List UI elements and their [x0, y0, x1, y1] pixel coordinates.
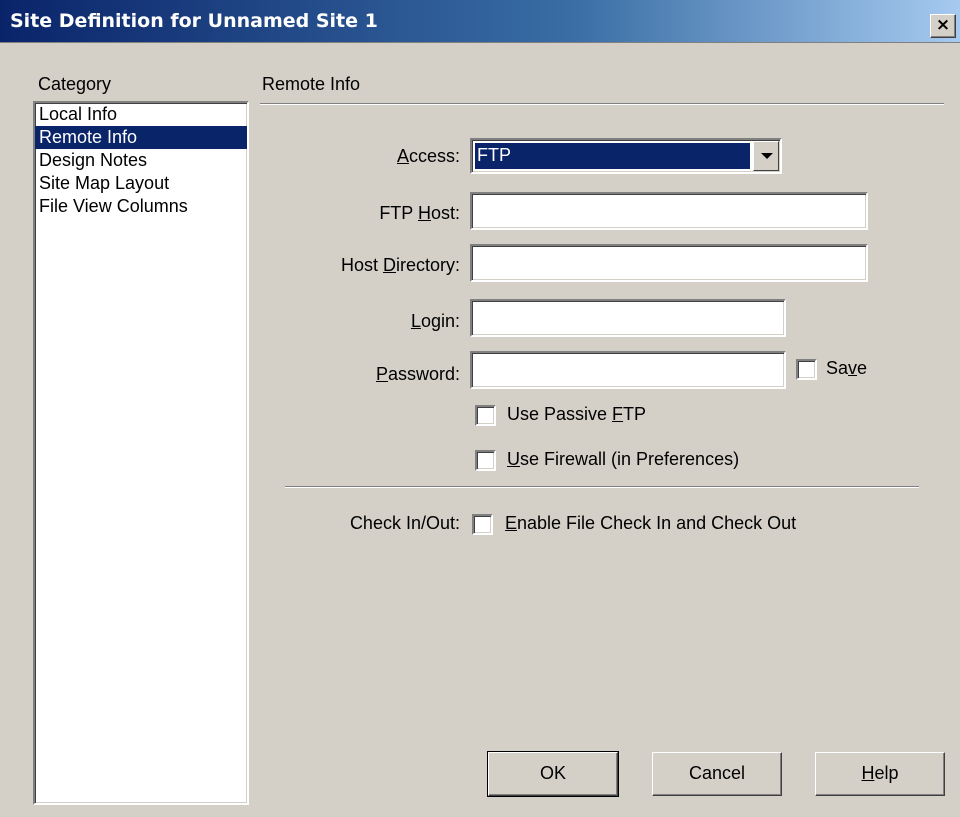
passive-ftp-checkbox[interactable]	[475, 405, 496, 426]
login-field[interactable]	[470, 299, 786, 337]
ftp-host-input[interactable]	[472, 194, 866, 228]
access-select[interactable]: FTP	[470, 138, 782, 174]
help-button[interactable]: Help	[815, 752, 945, 796]
password-input[interactable]	[472, 353, 784, 387]
firewall-label[interactable]: Use Firewall (in Preferences)	[507, 449, 739, 470]
checkinout-option-label[interactable]: Enable File Check In and Check Out	[505, 513, 796, 534]
ok-button[interactable]: OK	[487, 751, 619, 797]
category-item-design-notes[interactable]: Design Notes	[35, 149, 247, 172]
category-list[interactable]: Local Info Remote Info Design Notes Site…	[33, 101, 249, 805]
chevron-down-icon	[761, 153, 773, 159]
access-selected-value: FTP	[475, 143, 750, 169]
checkinout-checkbox[interactable]	[472, 514, 493, 535]
save-password-checkbox[interactable]	[796, 359, 817, 380]
window-title: Site Definition for Unnamed Site 1	[10, 10, 378, 32]
firewall-checkbox[interactable]	[475, 450, 496, 471]
category-item-file-view-columns[interactable]: File View Columns	[35, 195, 247, 218]
close-button[interactable]: ×	[930, 14, 956, 38]
category-item-remote-info[interactable]: Remote Info	[35, 126, 247, 149]
category-item-local-info[interactable]: Local Info	[35, 103, 247, 126]
passive-ftp-label[interactable]: Use Passive FTP	[507, 404, 646, 425]
save-password-label[interactable]: Save	[826, 358, 867, 379]
host-directory-field[interactable]	[470, 244, 868, 282]
ftp-host-field[interactable]	[470, 192, 868, 230]
close-icon: ×	[935, 15, 951, 35]
title-bar: Site Definition for Unnamed Site 1 ×	[0, 0, 960, 43]
category-label: Category	[38, 74, 112, 94]
password-field[interactable]	[470, 351, 786, 389]
panel-divider	[260, 103, 944, 105]
host-directory-label: Host Directory:	[340, 255, 460, 275]
checkinout-label: Check In/Out:	[349, 513, 460, 533]
access-label: Access:	[396, 146, 460, 166]
category-item-site-map-layout[interactable]: Site Map Layout	[35, 172, 247, 195]
host-directory-input[interactable]	[472, 246, 866, 280]
panel-title: Remote Info	[262, 74, 361, 94]
cancel-button[interactable]: Cancel	[652, 752, 782, 796]
ftp-host-label: FTP Host:	[379, 203, 460, 223]
login-label: Login:	[410, 311, 460, 331]
section-divider	[285, 486, 919, 488]
login-input[interactable]	[472, 301, 784, 335]
password-label: Password:	[375, 364, 460, 384]
access-dropdown-button[interactable]	[753, 141, 779, 171]
